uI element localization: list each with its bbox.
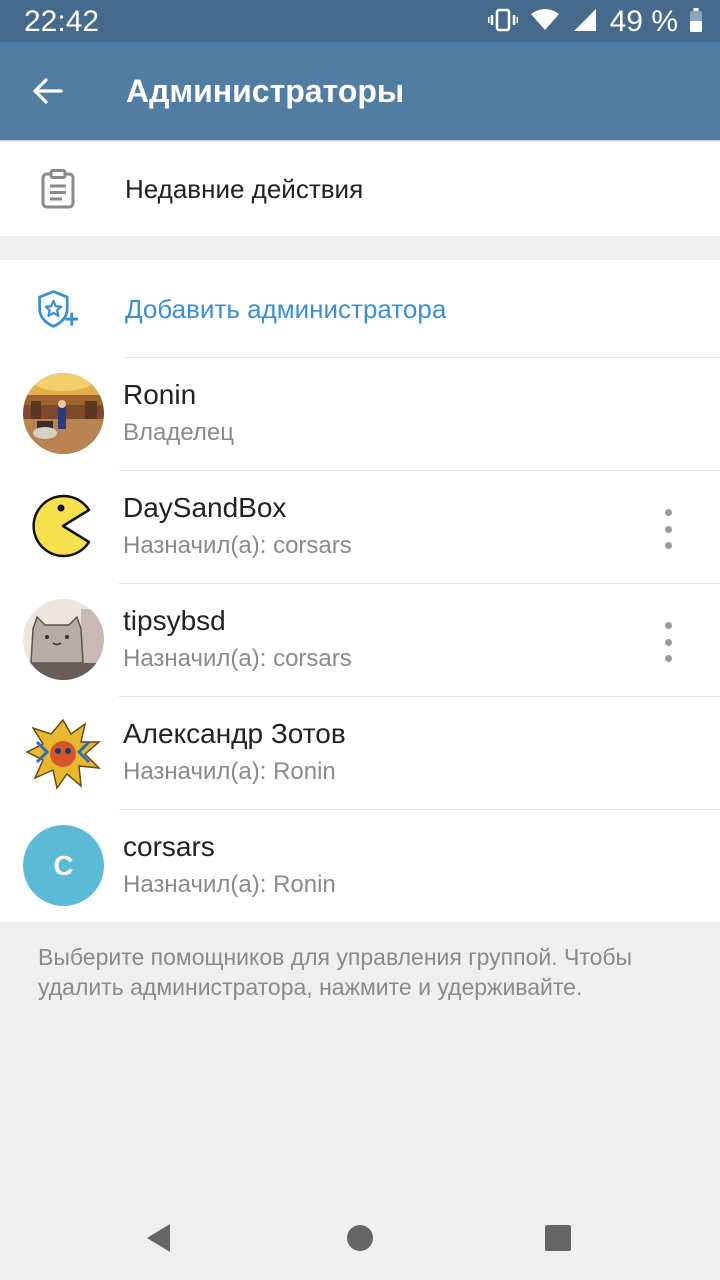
avatar [23, 712, 104, 793]
admin-row-daysandbox[interactable]: DaySandBox Назначил(а): corsars [0, 471, 720, 584]
more-options-icon[interactable] [656, 509, 680, 549]
battery-icon [690, 7, 702, 37]
wifi-icon [530, 8, 560, 37]
admin-role: Назначил(а): Ronin [123, 758, 336, 785]
avatar [23, 373, 104, 454]
nav-home-button[interactable] [338, 1216, 382, 1260]
shield-star-plus-icon [36, 287, 80, 331]
admin-name: Ronin [123, 379, 197, 410]
admin-name: Александр Зотов [123, 718, 346, 749]
arrow-left-icon [33, 78, 63, 104]
signal-icon [572, 7, 598, 38]
admin-role: Назначил(а): corsars [123, 645, 352, 672]
circle-home-icon [347, 1225, 373, 1251]
admins-card: Добавить администратора Ronin Владелец D… [0, 260, 720, 922]
recent-actions-row[interactable]: Недавние действия [0, 142, 720, 236]
nav-back-button[interactable] [137, 1216, 181, 1260]
admin-row-corsars[interactable]: C corsars Назначил(а): Ronin [0, 810, 720, 923]
nav-recents-button[interactable] [536, 1216, 580, 1260]
triangle-back-icon [147, 1224, 170, 1252]
avatar: C [23, 825, 104, 906]
nav-bar [0, 1196, 720, 1280]
add-admin-label: Добавить администратора [125, 294, 447, 324]
status-bar: 22:42 49 % [0, 0, 720, 42]
square-recents-icon [545, 1225, 571, 1251]
admin-row-tipsybsd[interactable]: tipsybsd Назначил(а): corsars [0, 584, 720, 697]
back-button[interactable] [24, 67, 72, 115]
vibrate-icon [487, 7, 519, 38]
status-time: 22:42 [24, 5, 100, 38]
recent-actions-label: Недавние действия [125, 174, 364, 204]
admin-name: DaySandBox [123, 492, 287, 523]
page-title: Администраторы [126, 73, 405, 109]
battery-percent: 49 % [609, 5, 678, 38]
avatar-letter: C [53, 849, 74, 881]
footer-hint: Выберите помощников для управления групп… [38, 944, 633, 1000]
status-icons: 49 % [487, 4, 702, 40]
avatar [23, 599, 104, 680]
more-options-icon[interactable] [656, 622, 680, 662]
admin-role: Назначил(а): corsars [123, 532, 352, 559]
admin-name: corsars [123, 831, 215, 862]
app-bar: Администраторы [0, 42, 720, 140]
admin-role: Назначил(а): Ronin [123, 871, 336, 898]
clipboard-icon [36, 167, 80, 211]
admin-role: Владелец [123, 419, 235, 446]
admin-row-ronin[interactable]: Ronin Владелец [0, 358, 720, 471]
add-admin-button[interactable]: Добавить администратора [0, 260, 720, 358]
avatar [23, 486, 104, 567]
admin-name: tipsybsd [123, 605, 226, 636]
admin-row-aleksandr-zotov[interactable]: Александр Зотов Назначил(а): Ronin [0, 697, 720, 810]
